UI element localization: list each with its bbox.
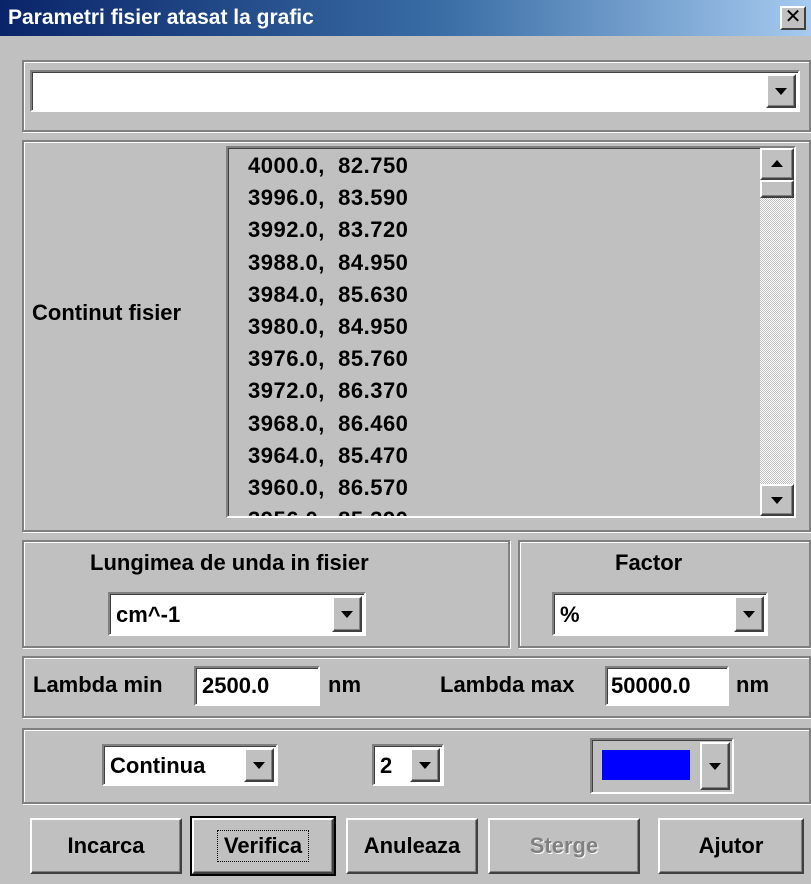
chevron-down-icon[interactable] [700, 742, 730, 790]
lambda-min-unit: nm [328, 672, 361, 697]
lambda-max-unit: nm [736, 672, 769, 697]
list-item[interactable]: 3980.0, 84.950 [248, 311, 408, 343]
line-type-value: Continua [110, 753, 206, 778]
color-swatch [602, 750, 690, 780]
list-item[interactable]: 3964.0, 85.470 [248, 440, 408, 472]
help-button-label: Ajutor [698, 833, 764, 858]
verify-button[interactable]: Verifica [190, 816, 336, 876]
file-select-dropdown[interactable] [30, 70, 800, 112]
wavelength-unit-select[interactable]: cm^-1 [108, 592, 366, 636]
close-button[interactable]: ✕ [780, 6, 806, 30]
cancel-button-label: Anuleaza [363, 833, 461, 858]
chevron-down-icon[interactable] [332, 596, 362, 632]
factor-value: % [560, 602, 580, 627]
chevron-down-icon[interactable] [244, 748, 274, 782]
lambda-min-label: Lambda min [33, 672, 163, 697]
list-item[interactable]: 3956.0, 85.390 [248, 504, 408, 516]
window-title: Parametri fisier atasat la grafic [8, 6, 314, 29]
delete-button[interactable]: Sterge [488, 818, 640, 874]
lambda-max-value: 50000.0 [611, 673, 691, 698]
scroll-up-icon[interactable] [760, 148, 794, 180]
scroll-thumb[interactable] [760, 180, 794, 198]
wavelength-unit-value: cm^-1 [116, 602, 181, 627]
scrollbar[interactable] [760, 148, 794, 516]
list-item[interactable]: 3972.0, 86.370 [248, 375, 408, 407]
cancel-button[interactable]: Anuleaza [346, 818, 478, 874]
delete-button-label: Sterge [529, 833, 599, 858]
line-type-select[interactable]: Continua [102, 744, 278, 786]
help-button[interactable]: Ajutor [658, 818, 804, 874]
list-item[interactable]: 3984.0, 85.630 [248, 279, 408, 311]
lambda-min-value: 2500.0 [202, 673, 270, 698]
factor-label: Factor [615, 550, 683, 575]
load-button[interactable]: Incarca [30, 818, 182, 874]
chevron-down-icon[interactable] [734, 596, 764, 632]
close-icon: ✕ [784, 6, 802, 28]
chevron-down-icon[interactable] [410, 748, 440, 782]
line-width-value: 2 [380, 753, 393, 778]
list-item[interactable]: 3976.0, 85.760 [248, 343, 408, 375]
load-button-label: Incarca [67, 833, 145, 858]
file-content-label: Continut fisier [32, 300, 182, 325]
title-bar: Parametri fisier atasat la grafic [0, 0, 811, 36]
lambda-min-input[interactable]: 2500.0 [194, 666, 320, 706]
line-width-select[interactable]: 2 [372, 744, 444, 786]
lambda-max-input[interactable]: 50000.0 [605, 666, 729, 706]
file-content-list[interactable]: 4000.0, 82.750 3996.0, 83.590 3992.0, 83.7… [226, 146, 796, 518]
chevron-down-icon[interactable] [766, 74, 796, 108]
list-item[interactable]: 3988.0, 84.950 [248, 247, 408, 279]
list-item[interactable]: 3992.0, 83.720 [248, 214, 408, 246]
wavelength-label: Lungimea de unda in fisier [90, 550, 369, 575]
list-item[interactable]: 3996.0, 83.590 [248, 182, 408, 214]
lambda-max-label: Lambda max [440, 672, 575, 697]
scroll-down-icon[interactable] [760, 484, 794, 516]
color-picker[interactable] [590, 738, 734, 794]
list-item[interactable]: 4000.0, 82.750 [248, 150, 408, 182]
factor-select[interactable]: % [552, 592, 768, 636]
list-item[interactable]: 3960.0, 86.570 [248, 472, 408, 504]
list-item[interactable]: 3968.0, 86.460 [248, 408, 408, 440]
verify-button-label: Verifica [216, 830, 310, 862]
